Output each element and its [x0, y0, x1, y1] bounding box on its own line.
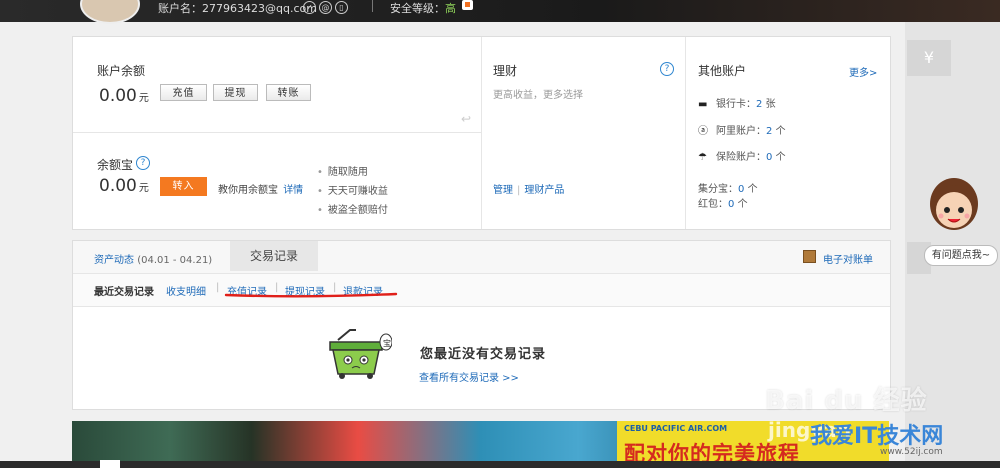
tab-asset-dynamics[interactable]: 资产动态 (04.01 - 04.21)	[94, 251, 212, 266]
card-icon: ▬	[698, 99, 708, 110]
baidu-watermark: Bai du 经验	[765, 386, 928, 416]
help-bubble[interactable]: 有问题点我~	[924, 245, 998, 266]
points-count[interactable]: 0	[738, 184, 744, 195]
balance-value: 0.00	[99, 86, 137, 106]
empty-message: 您最近没有交易记录	[420, 347, 547, 362]
tab-bar: 资产动态 (04.01 - 04.21) 交易记录 电子对账单	[73, 241, 890, 274]
helper-avatar[interactable]	[928, 172, 980, 242]
promo-text: 教你用余额宝	[218, 185, 278, 196]
divider	[481, 37, 482, 229]
manage-link[interactable]: 管理	[493, 185, 513, 196]
top-bar: 账户名：277963423@qq.com ✓ @ ▯ 安全等级：高	[0, 0, 1000, 24]
recharge-button[interactable]: 充值	[160, 84, 207, 101]
help-icon[interactable]: ?	[660, 62, 674, 76]
points-unit: 个	[747, 184, 758, 195]
points-label: 集分宝：	[698, 184, 738, 195]
account-name: 账户名：277963423@qq.com	[158, 2, 317, 15]
account-card: 账户余额 0.00 元 充值 提现 转账 ↩ 余额宝 ? 0.00 元 转入 教你用…	[72, 36, 891, 230]
return-icon: ↩	[461, 112, 472, 126]
sub-tab-recent[interactable]: 最近交易记录	[94, 283, 154, 298]
mail-verify-icon[interactable]: @	[319, 1, 332, 14]
redpack-count[interactable]: 0	[728, 199, 734, 210]
ali-account-label: 阿里账户：	[716, 126, 766, 137]
insurance-row: ☂ 保险账户：0 个	[698, 148, 786, 163]
empty-basket-icon: 宝	[329, 329, 392, 379]
security-label: 安全等级：	[390, 2, 445, 15]
svg-text:宝: 宝	[383, 338, 391, 348]
yen-icon[interactable]: ¥	[907, 40, 951, 76]
transfer-button[interactable]: 转账	[266, 84, 311, 101]
tab-trade-records[interactable]: 交易记录	[230, 241, 318, 271]
more-link[interactable]: 更多>	[849, 64, 877, 79]
withdraw-button[interactable]: 提现	[213, 84, 258, 101]
divider	[73, 132, 481, 133]
divider: |	[517, 185, 521, 196]
phone-verify-icon[interactable]: ▯	[335, 1, 348, 14]
ali-account-count[interactable]: 2	[766, 126, 772, 137]
umbrella-icon: ☂	[698, 152, 707, 163]
sub-tab-income-expense[interactable]: 收支明细	[166, 283, 206, 298]
balance-title: 账户余额	[97, 64, 146, 78]
yuebao-promo: 教你用余额宝 详情	[218, 181, 303, 196]
bullet-item: 随取随用	[317, 163, 368, 178]
yuebao-value: 0.00	[99, 176, 137, 196]
bullet-item: 天天可赚收益	[317, 182, 388, 197]
bottom-bar	[0, 461, 1000, 468]
asset-range: (04.01 - 04.21)	[137, 255, 213, 266]
bill-icon	[803, 250, 816, 263]
bank-card-row: ▬ 银行卡：2 张	[698, 95, 776, 110]
licai-subtitle: 更高收益，更多选择	[493, 90, 583, 101]
ali-account-row: ⓐ 阿里账户：2 个	[698, 122, 786, 137]
insurance-count[interactable]: 0	[766, 152, 772, 163]
security-level-value: 高	[445, 2, 456, 15]
watermark-url: www.52ij.com	[880, 447, 943, 457]
bank-card-unit: 张	[765, 99, 776, 110]
insurance-unit: 个	[775, 152, 786, 163]
licai-products-link[interactable]: 理财产品	[524, 185, 564, 196]
verify-icons: ✓ @ ▯	[303, 0, 351, 14]
divider	[372, 0, 373, 12]
asset-tab-label[interactable]: 资产动态	[94, 255, 134, 266]
divider	[685, 37, 686, 229]
transfer-in-button[interactable]: 转入	[160, 177, 207, 196]
insurance-label: 保险账户：	[716, 152, 766, 163]
balance-unit: 元	[138, 93, 149, 104]
redpack-label: 红包：	[698, 199, 728, 210]
security-level: 安全等级：高	[390, 0, 456, 16]
yuebao-detail-link[interactable]: 详情	[283, 185, 303, 196]
bank-card-label: 银行卡：	[716, 99, 756, 110]
balance-amount: 0.00 元	[99, 86, 149, 106]
redpack-row: 红包：0 个	[698, 195, 748, 210]
security-flag-icon[interactable]	[462, 0, 473, 10]
yuebao-amount: 0.00 元	[99, 176, 149, 196]
redpack-unit: 个	[737, 199, 748, 210]
other-accounts-title: 其他账户	[698, 64, 747, 78]
yuebao-unit: 元	[138, 183, 149, 194]
annotation-underline	[224, 292, 398, 298]
bank-card-count[interactable]: 2	[756, 99, 762, 110]
watermark-site: 我爱IT技术网	[810, 424, 944, 449]
ali-account-unit: 个	[775, 126, 786, 137]
divider: |	[216, 282, 220, 293]
licai-title: 理财	[493, 64, 518, 78]
points-row: 集分宝：0 个	[698, 180, 758, 195]
user-avatar[interactable]	[80, 0, 140, 24]
view-all-records-link[interactable]: 查看所有交易记录 >>	[419, 369, 519, 384]
bullet-item: 被盗全额赔付	[317, 201, 388, 216]
yuebao-title: 余额宝	[97, 158, 134, 172]
ad-brand: CEBU PACIFIC AIR.COM	[624, 424, 728, 433]
e-bill-link[interactable]: 电子对账单	[823, 251, 873, 266]
licai-links: 管理 | 理财产品	[493, 181, 564, 196]
ali-icon: ⓐ	[698, 126, 708, 137]
grid-icon[interactable]	[100, 460, 120, 468]
help-icon[interactable]: ?	[136, 156, 150, 170]
id-verify-icon[interactable]: ✓	[303, 1, 316, 14]
